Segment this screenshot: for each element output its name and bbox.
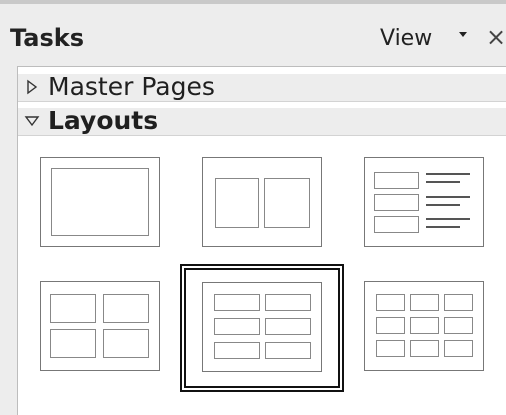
- section-layouts[interactable]: Layouts: [18, 106, 506, 136]
- layout-six-content-selected[interactable]: [180, 264, 344, 392]
- section-label-layouts: Layouts: [48, 106, 159, 135]
- layout-four-content[interactable]: [40, 281, 160, 371]
- dropdown-arrow-icon[interactable]: [457, 28, 469, 44]
- close-icon[interactable]: ×: [486, 23, 506, 51]
- section-master-pages[interactable]: Master Pages: [18, 72, 506, 102]
- layout-blank[interactable]: [40, 157, 160, 247]
- expand-arrow-icon: [24, 78, 40, 96]
- layout-two-content[interactable]: [202, 157, 322, 247]
- panel-title: Tasks: [10, 24, 85, 52]
- layout-content-with-lines[interactable]: [364, 157, 484, 247]
- view-menu-button[interactable]: View: [380, 26, 432, 51]
- layout-nine-content[interactable]: [364, 281, 484, 371]
- section-label-master-pages: Master Pages: [48, 72, 215, 101]
- collapse-arrow-icon: [24, 112, 40, 130]
- tasks-header: Tasks View ×: [0, 4, 506, 66]
